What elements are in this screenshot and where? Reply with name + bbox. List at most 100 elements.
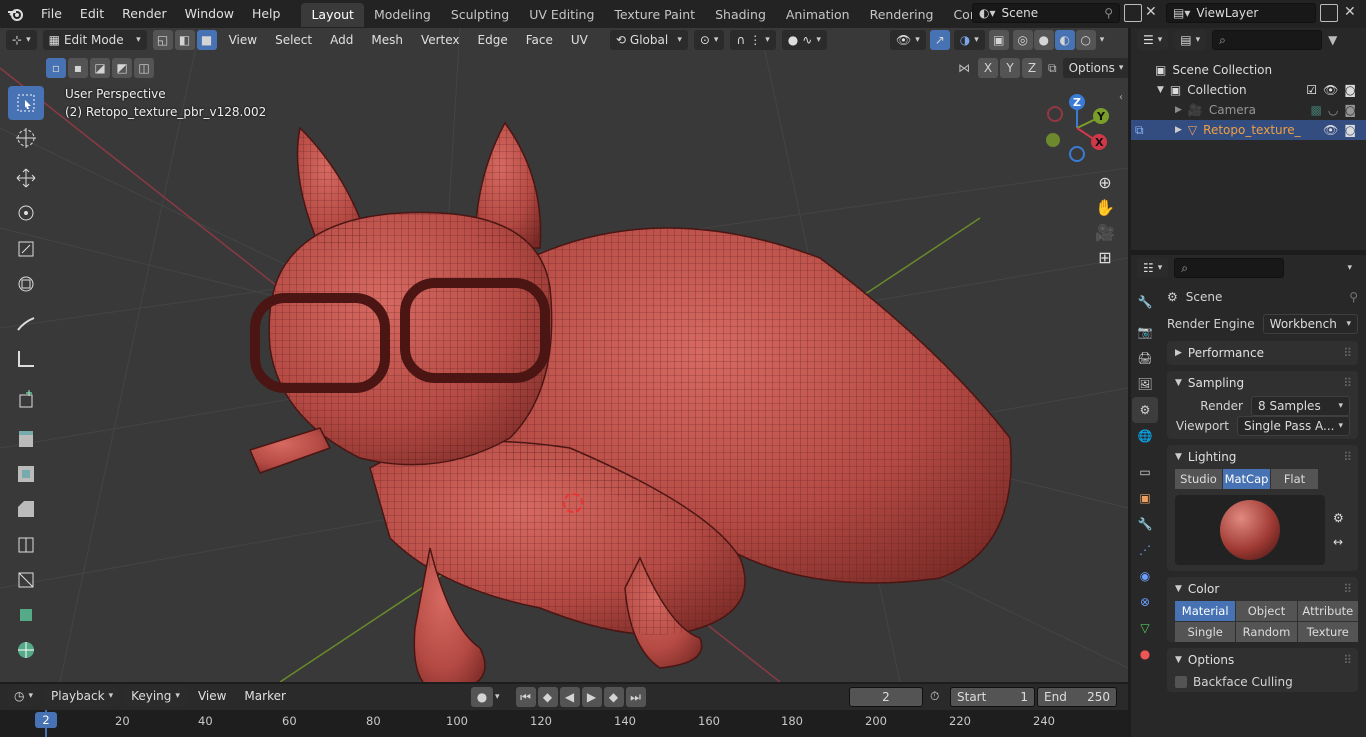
spin-tool-icon[interactable] (8, 633, 44, 667)
rotate-tool-icon[interactable] (8, 196, 44, 230)
pin-icon[interactable]: ⚲ (1104, 6, 1113, 20)
overlay-dropdown[interactable]: ◑ ▾ (953, 30, 985, 50)
pivot-dropdown[interactable]: ⊙ ▾ (693, 30, 725, 50)
render-samples-dropdown[interactable]: 8 Samples ▾ (1251, 396, 1350, 416)
eye-icon[interactable]: 👁 (1323, 83, 1338, 97)
editor-type-dropdown[interactable]: ⊹ ▾ (6, 30, 37, 50)
extrude-tool-icon[interactable] (8, 422, 44, 456)
render-engine-dropdown[interactable]: Workbench ▾ (1262, 314, 1358, 334)
shading-dropdown-icon[interactable]: ▾ (1100, 35, 1105, 45)
tab-layout[interactable]: Layout (301, 3, 364, 27)
outliner-search[interactable]: ⌕ (1212, 30, 1323, 50)
solid-shading-icon[interactable]: ● (1033, 30, 1054, 50)
material-shading-icon[interactable]: ◐ (1054, 30, 1075, 50)
playback-menu[interactable]: Playback ▾ (45, 686, 120, 706)
scene-selector[interactable]: ◐▾ Scene ⚲ (972, 3, 1120, 23)
play-icon[interactable]: ▶ (581, 687, 602, 707)
menu-help[interactable]: Help (243, 0, 290, 28)
navigation-gizmo[interactable]: Z Y X (1030, 90, 1120, 170)
menu-render[interactable]: Render (113, 0, 176, 28)
color-attribute-button[interactable]: Attribute (1297, 601, 1358, 621)
data-tab-icon[interactable]: ▽ (1132, 615, 1158, 641)
properties-options-icon[interactable]: ▾ (1347, 263, 1352, 273)
menu-window[interactable]: Window (176, 0, 243, 28)
drag-handle-icon[interactable]: ⠿ (1343, 376, 1352, 390)
backface-checkbox[interactable] (1175, 676, 1187, 688)
annotate-tool-icon[interactable] (8, 307, 44, 341)
select-extend-icon[interactable]: ▪ (68, 58, 88, 78)
inset-tool-icon[interactable] (8, 457, 44, 491)
view-layer-tab-icon[interactable]: 🖼 (1132, 371, 1158, 397)
display-mode-dropdown[interactable]: ▤ ▾ (1174, 30, 1207, 50)
transform-tool-icon[interactable] (8, 267, 44, 301)
tab-sculpting[interactable]: Sculpting (441, 3, 519, 27)
bevel-tool-icon[interactable] (8, 492, 44, 526)
mirror-z-button[interactable]: Z (1022, 58, 1042, 78)
snap-toggle[interactable]: ∩ ⋮ ▾ (730, 30, 776, 50)
mode-dropdown[interactable]: ▦ Edit Mode ▾ (42, 30, 147, 50)
color-material-button[interactable]: Material (1175, 601, 1236, 621)
output-tab-icon[interactable]: 🖨 (1132, 345, 1158, 371)
menu-edit[interactable]: Edit (71, 0, 113, 28)
wireframe-shading-icon[interactable]: ◎ (1012, 30, 1033, 50)
select-subtract-icon[interactable]: ◪ (90, 58, 110, 78)
xray-toggle-icon[interactable]: ▣ (988, 30, 1009, 50)
render-camera-icon[interactable]: ◙ (1344, 83, 1356, 97)
eye-icon[interactable]: 👁 (1323, 123, 1338, 137)
menu-file[interactable]: File (32, 0, 71, 28)
jump-end-icon[interactable]: ⏭ (625, 687, 646, 707)
auto-merge-icon[interactable]: ⧉ (1048, 61, 1057, 76)
pin-icon[interactable]: ⚲ (1349, 290, 1358, 304)
drag-handle-icon[interactable]: ⠿ (1343, 653, 1352, 667)
camera-view-icon[interactable]: 🎥 (1095, 223, 1115, 242)
lighting-header[interactable]: ▼ Lighting ⠿ (1167, 445, 1358, 469)
filter-icon[interactable]: ▼ (1328, 33, 1337, 47)
gizmo-toggle-icon[interactable]: ↗ (929, 30, 950, 50)
select-new-icon[interactable]: ▫ (46, 58, 66, 78)
viewlayer-selector[interactable]: ▤▾ ViewLayer (1166, 3, 1316, 23)
tab-shading[interactable]: Shading (705, 3, 776, 27)
color-random-button[interactable]: Random (1236, 622, 1297, 642)
select-invert-icon[interactable]: ◩ (112, 58, 132, 78)
timeline-menu-marker[interactable]: Marker (238, 689, 291, 703)
drag-handle-icon[interactable]: ⠿ (1343, 582, 1352, 596)
drag-handle-icon[interactable]: ⠿ (1343, 346, 1352, 360)
loop-cut-tool-icon[interactable] (8, 528, 44, 562)
mirror-y-button[interactable]: Y (1000, 58, 1020, 78)
render-camera-icon[interactable]: ◙ (1344, 103, 1356, 117)
tree-camera[interactable]: ▶ 🎥 Camera ▩ ◡ ◙ (1131, 100, 1366, 120)
tree-mesh-object[interactable]: ⧉ ▶ ▽ Retopo_texture_ 👁 ◙ (1131, 120, 1366, 140)
delete-viewlayer-icon[interactable]: ✕ (1344, 4, 1356, 20)
expand-icon[interactable]: ▼ (1157, 85, 1164, 95)
menu-face[interactable]: Face (520, 33, 559, 47)
color-header[interactable]: ▼ Color ⠿ (1167, 577, 1358, 601)
render-tab-icon[interactable]: 📷 (1132, 319, 1158, 345)
properties-editor-dropdown[interactable]: ☷ ▾ (1137, 258, 1169, 278)
performance-panel[interactable]: ▶ Performance ⠿ (1167, 341, 1358, 365)
tab-modeling[interactable]: Modeling (364, 3, 441, 27)
expand-icon[interactable]: ▶ (1175, 105, 1182, 115)
play-reverse-icon[interactable]: ◀ (559, 687, 580, 707)
zoom-icon[interactable]: ⊕ (1098, 173, 1111, 192)
visibility-dropdown[interactable]: 👁 ▾ (890, 30, 926, 50)
knife-tool-icon[interactable] (8, 563, 44, 597)
3d-cursor-icon[interactable] (563, 493, 583, 513)
keying-menu[interactable]: Keying ▾ (125, 686, 186, 706)
mirror-icon[interactable]: ⋈ (958, 61, 970, 75)
properties-search[interactable]: ⌕ (1174, 258, 1285, 278)
lighting-studio-button[interactable]: Studio (1175, 469, 1222, 489)
cursor-tool-icon[interactable] (8, 121, 44, 155)
particles-tab-icon[interactable]: ⋰ (1132, 537, 1158, 563)
sidebar-toggle-icon[interactable]: ‹ (1119, 92, 1123, 103)
current-frame-field[interactable]: 2 (849, 687, 923, 707)
mesh-object[interactable] (240, 88, 1030, 682)
add-cube-tool-icon[interactable] (8, 382, 44, 416)
sampling-header[interactable]: ▼ Sampling ⠿ (1167, 371, 1358, 395)
scale-tool-icon[interactable] (8, 232, 44, 266)
lighting-matcap-button[interactable]: MatCap (1223, 469, 1270, 489)
modifier-tab-icon[interactable]: 🔧 (1132, 511, 1158, 537)
tab-texture-paint[interactable]: Texture Paint (604, 3, 705, 27)
face-select-icon[interactable]: ■ (196, 30, 217, 50)
menu-vertex[interactable]: Vertex (415, 33, 466, 47)
prev-keyframe-icon[interactable]: ◆ (537, 687, 558, 707)
